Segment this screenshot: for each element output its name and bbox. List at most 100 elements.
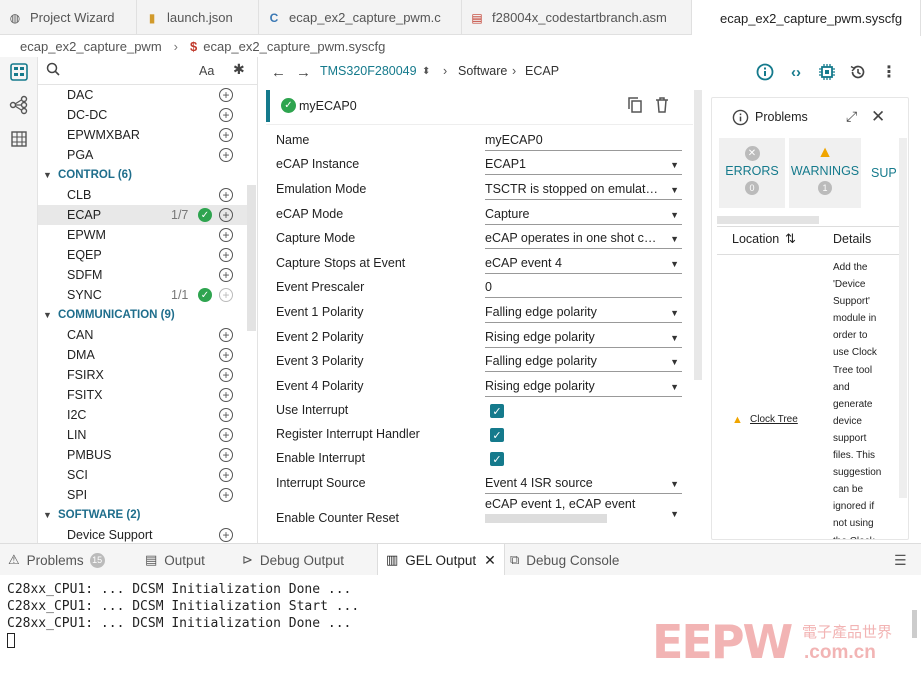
module-item[interactable]: LIN + xyxy=(38,425,248,445)
tab-output[interactable]: ▤ Output xyxy=(145,544,205,576)
module-item[interactable]: FSITX + xyxy=(38,385,248,405)
forward-arrow-icon[interactable]: → xyxy=(296,64,311,81)
module-category[interactable]: ▼ CONTROL (6) xyxy=(38,165,248,185)
add-module-icon[interactable]: + xyxy=(219,228,233,242)
console-cursor[interactable] xyxy=(7,633,15,648)
suppressed-filter[interactable]: SUP xyxy=(871,166,897,180)
regex-icon[interactable]: ✱ xyxy=(233,61,245,78)
module-item[interactable]: DC-DC + xyxy=(38,105,248,125)
close-icon[interactable]: ✕ xyxy=(484,552,496,569)
chip-icon[interactable] xyxy=(817,62,837,82)
module-item[interactable]: EQEP + xyxy=(38,245,248,265)
path-ecap[interactable]: ECAP xyxy=(525,64,559,78)
checkbox[interactable]: ✓ xyxy=(490,428,504,442)
breadcrumb-file[interactable]: ecap_ex2_capture_pwm.syscfg xyxy=(203,39,385,54)
module-item[interactable]: CLB + xyxy=(38,185,248,205)
add-module-icon[interactable]: + xyxy=(219,368,233,382)
panel-menu-icon[interactable]: ☰ xyxy=(894,544,907,576)
select-field[interactable]: Rising edge polarity ▼ xyxy=(485,330,682,348)
module-item[interactable]: I2C + xyxy=(38,405,248,425)
updown-icon[interactable]: ⬍ xyxy=(422,66,430,77)
checkbox[interactable]: ✓ xyxy=(490,452,504,466)
module-item[interactable]: PGA + xyxy=(38,145,248,165)
add-module-icon[interactable]: + xyxy=(219,288,233,302)
location-column-header[interactable]: Location xyxy=(732,232,779,246)
multiselect-scrollbar[interactable] xyxy=(485,514,607,523)
select-field[interactable]: Capture ▼ xyxy=(485,207,682,225)
add-module-icon[interactable]: + xyxy=(219,348,233,362)
module-item[interactable]: DMA + xyxy=(38,345,248,365)
clock-tree-link[interactable]: Clock Tree xyxy=(750,414,798,425)
history-icon[interactable] xyxy=(848,62,868,82)
module-list-icon[interactable] xyxy=(9,62,29,82)
tab-problems[interactable]: ⚠ Problems 15 xyxy=(8,544,105,576)
module-item[interactable]: EPWMXBAR + xyxy=(38,125,248,145)
tab-codestartbranch-asm[interactable]: ▤ f28004x_codestartbranch.asm xyxy=(462,0,692,35)
sort-icon[interactable]: ⇅ xyxy=(785,231,796,247)
module-category[interactable]: ▼ COMMUNICATION (9) xyxy=(38,305,248,325)
module-item[interactable]: PMBUS + xyxy=(38,445,248,465)
add-module-icon[interactable]: + xyxy=(219,128,233,142)
tab-gel-output[interactable]: ▥ GEL Output ✕ xyxy=(377,544,505,576)
close-icon[interactable]: ✕ xyxy=(871,107,885,127)
module-item[interactable]: SDFM + xyxy=(38,265,248,285)
expand-icon[interactable]: ⤢ xyxy=(846,108,857,125)
add-module-icon[interactable]: + xyxy=(219,268,233,282)
add-module-icon[interactable]: + xyxy=(219,248,233,262)
memory-table-icon[interactable] xyxy=(9,129,29,149)
checkbox[interactable]: ✓ xyxy=(490,404,504,418)
hierarchy-icon[interactable] xyxy=(9,95,29,115)
warnings-filter[interactable]: ▲ WARNINGS 1 xyxy=(789,138,861,208)
tab-debug-output[interactable]: ⊳ Debug Output xyxy=(242,544,344,576)
tab-project-wizard[interactable]: ◍ Project Wizard xyxy=(0,0,137,35)
select-field[interactable]: Falling edge polarity ▼ xyxy=(485,354,682,372)
errors-filter[interactable]: ✕ ERRORS 0 xyxy=(719,138,785,208)
text-field[interactable]: myECAP0 xyxy=(485,133,682,151)
add-module-icon[interactable]: + xyxy=(219,488,233,502)
add-module-icon[interactable]: + xyxy=(219,448,233,462)
copy-icon[interactable] xyxy=(627,96,643,117)
more-vertical-icon[interactable]: ⋮ xyxy=(879,62,899,82)
module-item[interactable]: SYNC 1/1 ✓ + xyxy=(38,285,248,305)
select-field[interactable]: Event 4 ISR source ▼ xyxy=(485,476,682,494)
module-item[interactable]: ECAP 1/7 ✓ + xyxy=(38,205,248,225)
module-item[interactable]: EPWM + xyxy=(38,225,248,245)
add-module-icon[interactable]: + xyxy=(219,528,233,542)
select-field[interactable]: ECAP1 ▼ xyxy=(485,157,682,175)
info-icon[interactable] xyxy=(755,62,775,82)
add-module-icon[interactable]: + xyxy=(219,108,233,122)
back-arrow-icon[interactable]: ← xyxy=(271,64,286,81)
module-item[interactable]: SPI + xyxy=(38,485,248,505)
instance-name[interactable]: myECAP0 xyxy=(299,99,357,113)
form-scrollbar[interactable] xyxy=(694,90,702,380)
breadcrumb-folder[interactable]: ecap_ex2_capture_pwm xyxy=(20,39,162,54)
text-field[interactable]: 0 xyxy=(485,280,682,298)
add-module-icon[interactable]: + xyxy=(219,88,233,102)
add-module-icon[interactable]: + xyxy=(219,328,233,342)
add-module-icon[interactable]: + xyxy=(219,468,233,482)
add-module-icon[interactable]: + xyxy=(219,388,233,402)
select-field[interactable]: TSCTR is stopped on emulat… ▼ xyxy=(485,182,682,200)
add-module-icon[interactable]: + xyxy=(219,428,233,442)
module-scrollbar[interactable] xyxy=(247,185,256,331)
tab-ecap-syscfg[interactable]: ecap_ex2_capture_pwm.syscfg xyxy=(692,0,921,36)
path-software[interactable]: Software xyxy=(458,64,507,78)
tab-launch-json[interactable]: ▮ launch.json xyxy=(137,0,259,35)
code-icon[interactable]: ‹› xyxy=(786,62,806,82)
device-selector[interactable]: TMS320F280049 xyxy=(320,64,417,78)
select-field[interactable]: eCAP operates in one shot c… ▼ xyxy=(485,231,682,249)
tab-ecap-c[interactable]: Cecap_ex2_capture_pwm.c xyxy=(259,0,462,35)
console-scrollbar[interactable] xyxy=(912,610,917,638)
module-item[interactable]: Device Support + xyxy=(38,525,248,543)
module-category[interactable]: ▼ SOFTWARE (2) xyxy=(38,505,248,525)
match-case-icon[interactable]: Aa xyxy=(199,64,214,78)
module-item[interactable]: DAC + xyxy=(38,85,248,105)
module-search[interactable]: Aa ✱ xyxy=(38,57,257,85)
cards-scrollbar[interactable] xyxy=(717,216,819,224)
add-module-icon[interactable]: + xyxy=(219,188,233,202)
select-field[interactable]: Rising edge polarity ▼ xyxy=(485,379,682,397)
problems-scrollbar[interactable] xyxy=(899,138,907,498)
delete-icon[interactable] xyxy=(655,96,669,116)
add-module-icon[interactable]: + xyxy=(219,148,233,162)
add-module-icon[interactable]: + xyxy=(219,208,233,222)
